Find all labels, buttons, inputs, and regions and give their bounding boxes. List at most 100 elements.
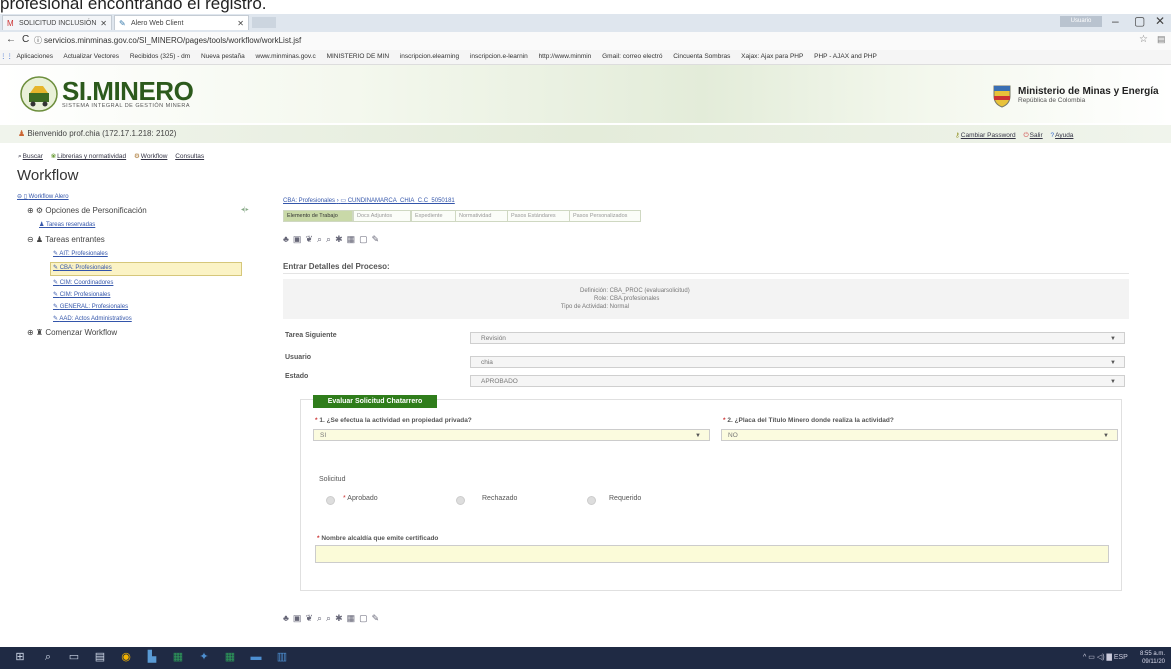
document-icon[interactable]: ▢ [359, 613, 372, 623]
usuario-select[interactable]: chia ▼ [470, 356, 1125, 368]
bookmark[interactable]: Nueva pestaña [201, 53, 245, 60]
search-icon[interactable]: ⌕ [42, 651, 54, 663]
excel-icon[interactable]: ▦ [172, 651, 184, 663]
profile-button[interactable]: Usuario [1060, 16, 1102, 27]
logout-link[interactable]: Salir [1030, 132, 1043, 139]
bookmark[interactable]: Gmail: correo electró [602, 53, 662, 60]
bookmark[interactable]: http://www.minmin [539, 53, 592, 60]
app-icon[interactable]: ▬ [250, 651, 262, 663]
radio-requerido[interactable] [587, 496, 596, 505]
clock[interactable]: 8:55 a.m. 09/11/20 [1140, 650, 1165, 666]
radio-rechazado[interactable] [456, 496, 465, 505]
close-icon[interactable]: ✕ [237, 16, 244, 31]
bookmark[interactable]: Cincuenta Sombras [673, 53, 730, 60]
tree-comenzar[interactable]: ⊕ ♜ Comenzar Workflow [27, 328, 117, 337]
search-icon[interactable]: ⌕ [326, 234, 335, 244]
save-icon[interactable]: ▣ [293, 613, 306, 623]
apps-icon[interactable]: ⋮⋮ [0, 53, 13, 60]
menu-search[interactable]: Buscar [23, 153, 43, 160]
tab-alero[interactable]: ✎ Alero Web Client ✕ [114, 15, 249, 30]
document-icon[interactable]: ▢ [359, 234, 372, 244]
search-icon[interactable]: ⌕ [317, 234, 326, 244]
tree-item-aad[interactable]: ✎ AAD: Actos Administrativos [53, 315, 132, 322]
edit-icon[interactable]: ✎ [372, 234, 384, 244]
notification-icon[interactable]: ▇ [1107, 654, 1112, 661]
back-icon[interactable]: ← [6, 34, 16, 45]
breadcrumb-item[interactable]: CBA: Profesionales [283, 198, 335, 204]
tab-solicitud[interactable]: M SOLICITUD INCLUSIÓN ✕ [2, 15, 112, 30]
tree-item-ait[interactable]: ✎ AIT: Profesionales [53, 250, 108, 257]
tree-root[interactable]: ⊖ ▯ Workflow Alero [17, 193, 69, 200]
close-window-icon[interactable]: ✕ [1155, 14, 1165, 28]
chrome-icon[interactable]: ◉ [120, 651, 132, 663]
tree-item-cim-coord[interactable]: ✎ CIM: Coordinadores [53, 279, 113, 286]
info-icon[interactable]: ⓘ [34, 35, 42, 46]
tarea-select[interactable]: Revisión ▼ [470, 332, 1125, 344]
leaf-icon[interactable]: ❦ [305, 613, 317, 623]
tree-item-cba[interactable]: ✎ CBA: Profesionales [53, 264, 112, 271]
chevron-up-icon[interactable]: ^ [1083, 654, 1086, 661]
save-icon[interactable]: ▣ [293, 234, 306, 244]
tab-pasos-personalizados[interactable]: Pasos Personalizados [569, 210, 641, 222]
new-tab-button[interactable] [252, 17, 276, 28]
bookmark[interactable]: Actualizar Vectores [63, 53, 119, 60]
tree-item-cim-prof[interactable]: ✎ CIM: Profesionales [53, 291, 110, 298]
grid-icon[interactable]: ▦ [347, 613, 360, 623]
nombre-alcaldia-input[interactable] [315, 545, 1109, 563]
extension-icon[interactable]: ▤ [1157, 34, 1166, 45]
bookmark[interactable]: www.minminas.gov.c [256, 53, 316, 60]
store-icon[interactable]: ▤ [94, 651, 106, 663]
help-link[interactable]: Ayuda [1055, 132, 1073, 139]
search-icon[interactable]: ⌕ [317, 613, 326, 623]
search-icon[interactable]: ⌕ [326, 613, 335, 623]
bookmark[interactable]: PHP - AJAX and PHP [814, 53, 877, 60]
app-icon[interactable]: ✦ [198, 651, 210, 663]
url-input[interactable]: servicios.minminas.gov.co/SI_MINERO/page… [44, 34, 1144, 47]
bookmark[interactable]: inscripcion.elearning [400, 53, 459, 60]
grid-icon[interactable]: ▦ [347, 234, 360, 244]
close-icon[interactable]: ✕ [100, 16, 107, 31]
maximize-icon[interactable]: ▢ [1134, 14, 1145, 28]
excel-icon[interactable]: ▦ [224, 651, 236, 663]
question-1-select[interactable]: SI ▼ [313, 429, 710, 441]
tree-item-general[interactable]: ✎ GENERAL: Profesionales [53, 303, 128, 310]
tree-entrantes[interactable]: ⊖ ♟ Tareas entrantes [27, 235, 105, 244]
volume-icon[interactable]: ◁) [1097, 654, 1105, 661]
tab-docs[interactable]: Docs Adjuntos [353, 210, 411, 222]
tab-normatividad[interactable]: Normatividad [455, 210, 509, 222]
form-tab-evaluar[interactable]: Evaluar Solicitud Chatarrero [313, 395, 437, 408]
word-icon[interactable]: ▥ [276, 651, 288, 663]
bookmark[interactable]: inscripcion.e-learnin [470, 53, 528, 60]
minimize-icon[interactable]: – [1112, 14, 1119, 28]
estado-select[interactable]: APROBADO ▼ [470, 375, 1125, 387]
leaf-icon[interactable]: ❦ [305, 234, 317, 244]
radio-aprobado[interactable] [326, 496, 335, 505]
windows-start-icon[interactable]: ⊞ [14, 651, 26, 663]
star-icon[interactable]: ☆ [1139, 34, 1148, 45]
bookmark[interactable]: Xajax: Ajax para PHP [741, 53, 803, 60]
reload-icon[interactable]: C [22, 34, 29, 45]
bookmark[interactable]: Aplicaciones [16, 53, 53, 60]
tab-elemento[interactable]: Elemento de Trabajo [283, 210, 353, 222]
tree-personalizacion[interactable]: ⊕ ⚙ Opciones de Personificación [27, 206, 147, 215]
breadcrumb-item[interactable]: CUNDINAMARCA_CHIA_C.C_5050181 [348, 198, 455, 204]
bookmark[interactable]: MINISTERIO DE MIN [327, 53, 389, 60]
menu-library[interactable]: Librerias y normatividad [57, 153, 126, 160]
tree-reservadas[interactable]: ♟ Tareas reservadas [39, 221, 95, 228]
gear-icon[interactable]: ✱ [335, 613, 347, 623]
edit-icon[interactable]: ✎ [372, 613, 384, 623]
question-2-select[interactable]: NO ▼ [721, 429, 1118, 441]
menu-consultas[interactable]: Consultas [175, 153, 204, 160]
gear-icon[interactable]: ✱ [335, 234, 347, 244]
app-icon[interactable]: ▙ [146, 651, 158, 663]
change-password-link[interactable]: Cambiar Password [961, 132, 1016, 139]
collapse-panel-icon[interactable]: ◂|▸ [241, 206, 249, 213]
language-indicator[interactable]: ESP [1114, 654, 1128, 661]
network-icon[interactable]: ▭ [1088, 654, 1095, 661]
tab-pasos-estandar[interactable]: Pasos Estándares [507, 210, 571, 222]
tree-icon[interactable]: ♣ [283, 613, 293, 623]
tree-icon[interactable]: ♣ [283, 234, 293, 244]
tab-expediente[interactable]: Expediente [411, 210, 457, 222]
menu-workflow[interactable]: Workflow [141, 153, 168, 160]
task-view-icon[interactable]: ▭ [68, 651, 80, 663]
